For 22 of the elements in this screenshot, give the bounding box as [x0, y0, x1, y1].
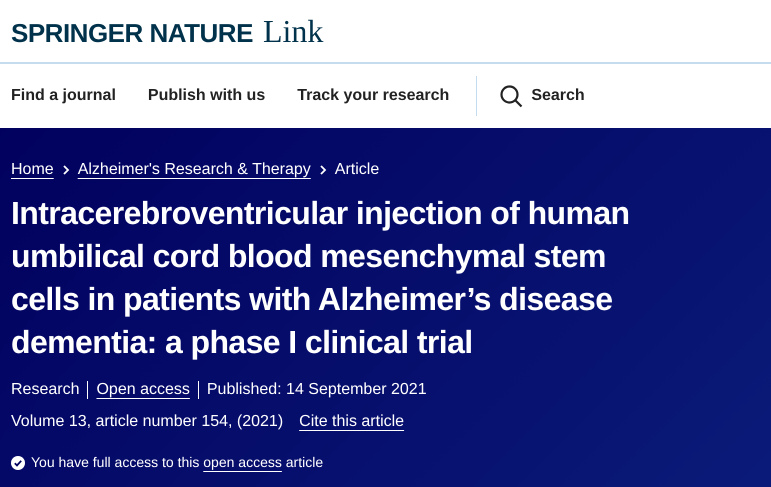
search-icon	[499, 84, 524, 108]
access-notice: You have full access to this open access article	[31, 453, 324, 472]
breadcrumb-link[interactable]: Home	[11, 158, 54, 182]
brand-name: SPRINGER NATURE	[11, 17, 253, 50]
search-button[interactable]: Search	[499, 84, 585, 108]
breadcrumb-link[interactable]: Alzheimer's Research & Therapy	[78, 158, 311, 182]
chevron-icon	[62, 165, 70, 175]
meta-text: Research	[11, 380, 80, 400]
nav-link[interactable]: Find a journal	[11, 84, 116, 108]
chevron-icon	[318, 165, 327, 175]
nav-link[interactable]: Publish with us	[148, 84, 266, 108]
meta-text: Published: 14 September 2021	[206, 380, 427, 400]
open-access-link[interactable]: open access	[203, 454, 282, 470]
cite-link[interactable]: Cite this article	[299, 410, 404, 434]
citation-text: Volume 13, article number 154, (2021)	[11, 412, 284, 432]
logo[interactable]: SPRINGER NATURE Link	[11, 7, 324, 55]
product-name: Link	[262, 12, 324, 51]
check-circle-icon	[11, 456, 25, 470]
nav-link[interactable]: Track your research	[297, 84, 450, 108]
breadcrumb-current: Article	[334, 160, 380, 180]
meta-link[interactable]: Open access	[96, 378, 190, 402]
article-title: Intracerebroventricular injection of human umbilical cord blood mesenchymal stem cells in patients with Alzheimer’s disease dementia: a phase I clinical trial	[11, 194, 630, 362]
